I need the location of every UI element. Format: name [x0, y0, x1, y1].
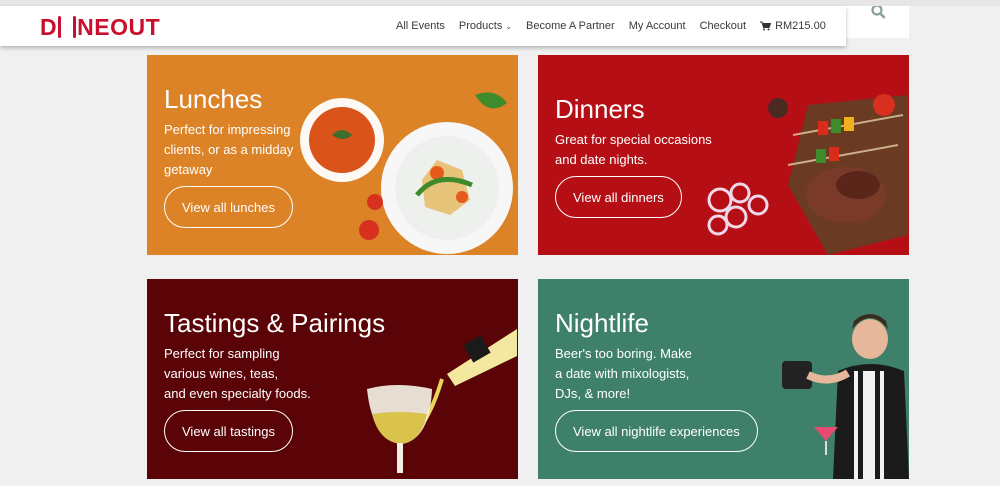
- card-desc-line: clients, or as a midday: [164, 142, 294, 157]
- card-description: Beer's too boring. Make a date with mixo…: [555, 344, 692, 404]
- card-title: Tastings & Pairings: [164, 308, 386, 338]
- card-desc-line: various wines, teas,: [164, 366, 279, 381]
- site-header: D NEOUT All Events Products ⌄ Become A P…: [0, 6, 846, 46]
- view-all-tastings-button[interactable]: View all tastings: [164, 410, 293, 452]
- bartender-image: [782, 314, 909, 479]
- logo-text-right: NEOUT: [77, 13, 161, 40]
- card-title: Dinners: [555, 94, 645, 124]
- wine-pour-image: [367, 329, 517, 473]
- card-nightlife[interactable]: Nightlife Beer's too boring. Make a date…: [538, 279, 909, 479]
- card-desc-line: getaway: [164, 162, 213, 177]
- search-area[interactable]: [846, 6, 909, 38]
- card-desc-line: DJs, & more!: [555, 386, 631, 401]
- view-all-nightlife-button[interactable]: View all nightlife experiences: [555, 410, 758, 452]
- card-description: Perfect for sampling various wines, teas…: [164, 344, 311, 404]
- card-description: Perfect for impressing clients, or as a …: [164, 120, 293, 180]
- nav-become-a-partner[interactable]: Become A Partner: [526, 20, 615, 32]
- cart-total: RM215.00: [775, 20, 826, 32]
- view-all-lunches-button[interactable]: View all lunches: [164, 186, 293, 228]
- card-desc-line: Beer's too boring. Make: [555, 346, 692, 361]
- nav-products[interactable]: Products ⌄: [459, 20, 512, 32]
- dinner-food-image: [707, 94, 908, 255]
- card-desc-line: Perfect for impressing: [164, 122, 291, 137]
- nav-all-events[interactable]: All Events: [396, 20, 445, 32]
- card-title: Lunches: [164, 84, 263, 114]
- search-icon[interactable]: [871, 6, 887, 20]
- view-all-dinners-button[interactable]: View all dinners: [555, 176, 682, 218]
- nav-checkout[interactable]: Checkout: [700, 20, 746, 32]
- cart-icon: [760, 21, 772, 31]
- card-desc-line: and even specialty foods.: [164, 386, 311, 401]
- dineout-logo[interactable]: D NEOUT: [40, 13, 161, 40]
- card-description: Great for special occasions and date nig…: [555, 130, 712, 170]
- nav-cart[interactable]: RM215.00: [760, 20, 826, 32]
- lunch-food-image: [300, 92, 513, 254]
- nav-my-account[interactable]: My Account: [629, 20, 686, 32]
- logo-text-left: D: [40, 13, 58, 40]
- card-desc-line: Perfect for sampling: [164, 346, 280, 361]
- card-tastings-pairings[interactable]: Tastings & Pairings Perfect for sampling…: [147, 279, 518, 479]
- card-desc-line: Great for special occasions: [555, 132, 712, 147]
- main-nav: All Events Products ⌄ Become A Partner M…: [396, 6, 840, 46]
- utensils-icon: [58, 16, 77, 38]
- chevron-down-icon: ⌄: [505, 21, 513, 31]
- card-title: Nightlife: [555, 308, 649, 338]
- card-desc-line: a date with mixologists,: [555, 366, 690, 381]
- card-desc-line: and date nights.: [555, 152, 648, 167]
- card-lunches[interactable]: Lunches Perfect for impressing clients, …: [147, 55, 518, 255]
- card-dinners[interactable]: Dinners Great for special occasions and …: [538, 55, 909, 255]
- nav-products-label: Products: [458, 20, 503, 32]
